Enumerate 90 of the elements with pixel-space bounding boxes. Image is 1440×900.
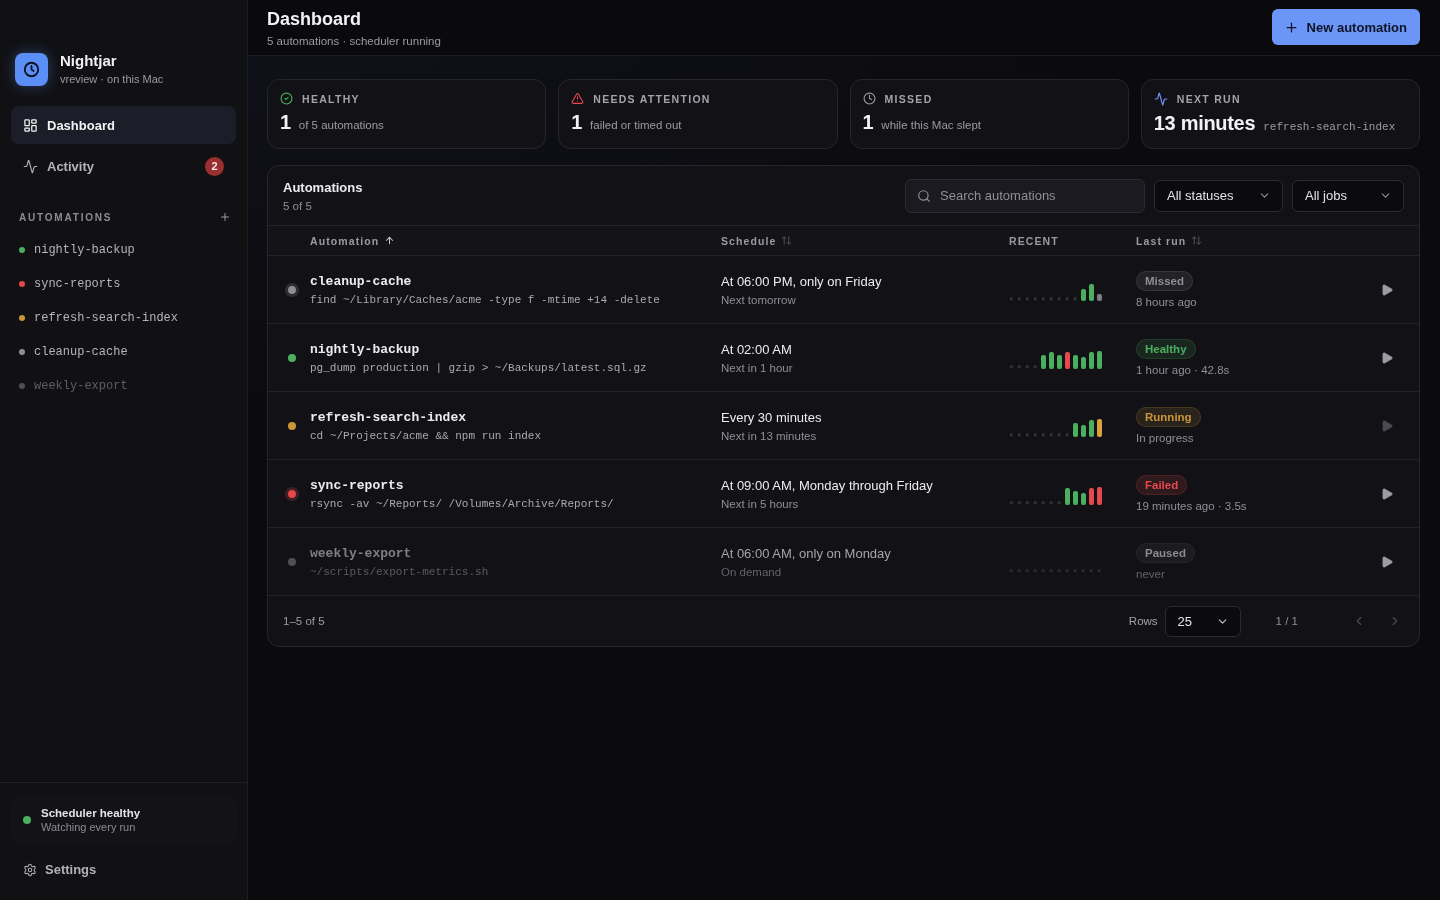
next-run-text: Next in 13 minutes: [721, 429, 817, 442]
play-icon: [1380, 554, 1394, 569]
count-badge: 2: [205, 156, 224, 176]
check-circle-icon: [280, 92, 293, 105]
column-header[interactable]: Schedule: [721, 234, 1009, 247]
schedule-text: At 06:00 PM, only on Friday: [721, 273, 882, 289]
page-subtitle: 5 automations · scheduler running: [267, 34, 441, 48]
last-run-text: never: [1136, 568, 1165, 580]
plus-icon: [1283, 19, 1299, 35]
next-run-text: On demand: [721, 565, 782, 578]
schedule-text: At 02:00 AM: [721, 341, 792, 357]
stat-label: NEXT RUN: [1176, 93, 1241, 105]
stat-label: HEALTHY: [302, 92, 360, 105]
column-header: RECENT: [1009, 234, 1060, 247]
command-text: ~/scripts/export-metrics.sh: [310, 565, 489, 578]
panel-count: 5 of 5: [283, 199, 313, 212]
dashboard-grid-icon: [23, 117, 38, 133]
settings-button[interactable]: Settings: [12, 856, 108, 883]
command-text: pg_dump production | gzip > ~/Backups/latest.sql.gz: [310, 361, 647, 374]
automation-list-item[interactable]: cleanup-cache: [8, 335, 239, 369]
status-badge: Healthy: [1136, 339, 1196, 359]
filter-select[interactable]: All statuses: [1154, 179, 1283, 212]
automation-name[interactable]: cleanup-cache: [310, 273, 412, 289]
rows-per-page-select[interactable]: 25: [1164, 605, 1241, 637]
column-header[interactable]: Last run: [1136, 234, 1355, 247]
automation-list-item[interactable]: sync-reports: [8, 267, 239, 301]
nav-item[interactable]: Dashboard: [11, 106, 236, 144]
stat-caption: refresh-search-index: [1263, 121, 1396, 133]
clock-logo-icon: [15, 52, 48, 86]
pulse-line-icon: [23, 158, 38, 174]
last-run-text: 19 minutes ago · 3.5s: [1136, 500, 1247, 512]
panel-title: Automations: [283, 179, 363, 195]
section-title: AUTOMATIONS: [19, 211, 113, 223]
stat-value: 13 minutes: [1153, 112, 1256, 135]
next-run-text: Next in 5 hours: [721, 497, 799, 510]
warning-triangle-icon: [571, 92, 585, 105]
search-field[interactable]: Search automations: [905, 178, 1145, 213]
filter-select[interactable]: All jobs: [1292, 179, 1404, 212]
play-icon: [1380, 350, 1394, 365]
page-indicator: 1 / 1: [1275, 615, 1298, 627]
sort-icon: [1191, 235, 1203, 246]
last-run-text: In progress: [1136, 432, 1194, 444]
play-icon: [1380, 282, 1394, 297]
range-text: 1–5 of 5: [283, 615, 325, 627]
play-icon: [1380, 418, 1394, 433]
sort-ascending-icon: [384, 235, 396, 246]
schedule-text: At 06:00 AM, only on Monday: [721, 545, 891, 561]
new-automation-button[interactable]: New automation: [1271, 9, 1420, 45]
command-text: rsync -av ~/Reports/ /Volumes/Archive/Reports/: [310, 497, 614, 510]
clock-icon: [862, 92, 876, 105]
automation-name[interactable]: nightly-backup: [310, 341, 420, 357]
app-subtitle: vreview · on this Mac: [60, 72, 164, 86]
command-text: find ~/Library/Caches/acme -type f -mtime +14 -delete: [310, 293, 660, 306]
plus-icon: [219, 211, 231, 223]
automation-list-item[interactable]: refresh-search-index: [8, 301, 239, 335]
pulse-line-icon: [1153, 92, 1168, 106]
status-badge: Running: [1136, 407, 1201, 427]
status-badge: Paused: [1136, 543, 1195, 563]
scheduler-status-detail: Watching every run: [41, 821, 137, 833]
stat-caption: failed or timed out: [590, 119, 682, 131]
page-title: Dashboard: [267, 9, 363, 30]
stat-caption: of 5 automations: [298, 119, 384, 131]
play-icon: [1380, 486, 1394, 501]
automation-name[interactable]: weekly-export: [310, 545, 412, 561]
nav-item[interactable]: Activity 2: [11, 147, 236, 185]
stat-value: 1: [862, 111, 874, 134]
last-run-text: 1 hour ago · 42.8s: [1136, 364, 1230, 376]
automation-name[interactable]: refresh-search-index: [310, 409, 467, 425]
stat-label: NEEDS ATTENTION: [593, 92, 711, 105]
next-run-text: Next tomorrow: [721, 293, 796, 306]
schedule-text: At 09:00 AM, Monday through Friday: [721, 477, 933, 493]
rows-label: Rows: [1128, 615, 1158, 627]
status-badge: Failed: [1136, 475, 1188, 495]
stat-caption: while this Mac slept: [881, 119, 982, 131]
settings-icon: [23, 862, 37, 877]
stat-value: 1: [280, 111, 291, 134]
status-badge: Missed: [1136, 271, 1193, 291]
next-run-text: Next in 1 hour: [721, 361, 793, 374]
stat-value: 1: [571, 111, 583, 134]
automation-name[interactable]: sync-reports: [310, 477, 404, 493]
last-run-text: 8 hours ago: [1136, 296, 1197, 308]
app-name: Nightjar: [60, 52, 118, 70]
automation-list-item[interactable]: nightly-backup: [8, 233, 239, 267]
search-icon: [917, 188, 931, 203]
schedule-text: Every 30 minutes: [721, 409, 822, 425]
sort-icon: [781, 235, 793, 246]
command-text: cd ~/Projects/acme && npm run index: [310, 429, 542, 442]
column-header[interactable]: Automation: [310, 234, 721, 247]
stat-label: MISSED: [884, 92, 933, 105]
scheduler-status-title: Scheduler healthy: [41, 807, 141, 819]
